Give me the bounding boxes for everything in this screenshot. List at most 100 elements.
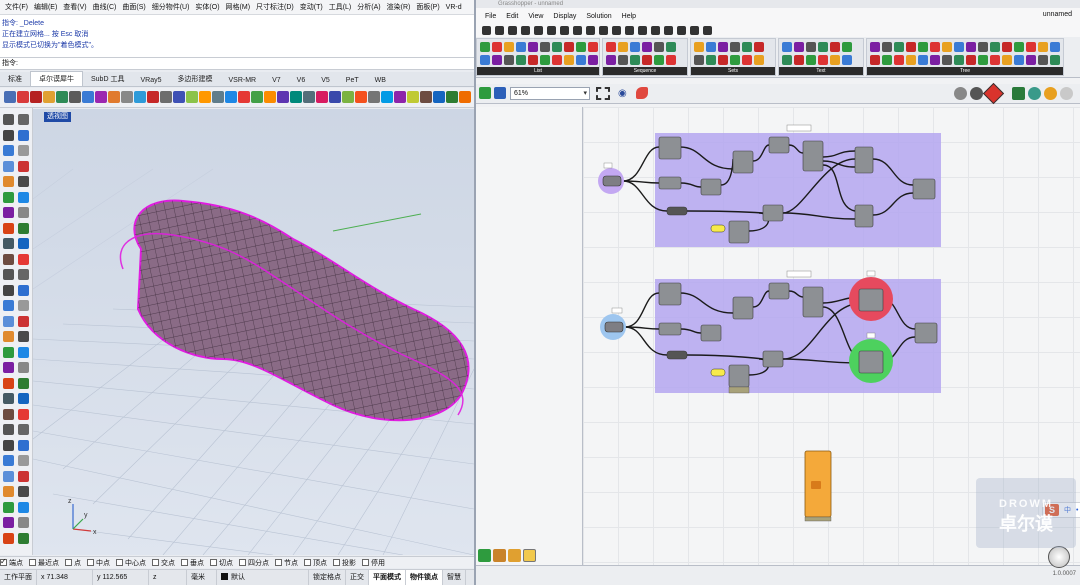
left-tool-icon[interactable]: [18, 238, 29, 249]
component-icon[interactable]: [754, 55, 764, 65]
component-icon[interactable]: [882, 42, 892, 52]
component-icon[interactable]: [540, 55, 550, 65]
left-tool-icon[interactable]: [18, 191, 29, 203]
left-tool-icon[interactable]: [3, 222, 14, 234]
component-icon[interactable]: [906, 42, 916, 52]
left-tool-icon[interactable]: [3, 191, 14, 203]
toolbar-tool-icon[interactable]: [17, 91, 29, 103]
osnap-11[interactable]: 投影: [333, 558, 356, 568]
osnap-2[interactable]: 点: [65, 558, 81, 568]
component-icon[interactable]: [606, 42, 616, 52]
menu-item[interactable]: 查看(V): [60, 2, 89, 12]
left-tool-icon[interactable]: [3, 346, 14, 358]
left-tool-icon[interactable]: [3, 408, 14, 420]
component-icon[interactable]: [492, 55, 502, 65]
left-tool-icon[interactable]: [3, 238, 14, 249]
sketch-icon[interactable]: [636, 87, 648, 99]
toolbar-tab[interactable]: WB: [367, 75, 394, 86]
osnap-8[interactable]: 四分点: [239, 558, 269, 568]
left-tool-icon[interactable]: [3, 331, 14, 342]
gh-menu-item[interactable]: Display: [548, 13, 581, 20]
left-tool-icon[interactable]: [18, 300, 29, 311]
left-tool-icon[interactable]: [18, 377, 29, 389]
left-tool-icon[interactable]: [3, 253, 14, 265]
toolbar-tool-icon[interactable]: [420, 91, 432, 103]
osnap-checkbox[interactable]: [333, 559, 340, 566]
left-tool-icon[interactable]: [18, 160, 29, 172]
gh-menu-item[interactable]: Help: [617, 13, 641, 20]
osnap-12[interactable]: 停用: [362, 558, 385, 568]
component-icon[interactable]: [576, 55, 586, 65]
component-icon[interactable]: [540, 42, 550, 52]
toolbar-tool-icon[interactable]: [433, 91, 445, 103]
component-icon[interactable]: [492, 42, 502, 52]
toolbar-tab[interactable]: PeT: [338, 75, 367, 86]
component-icon[interactable]: [930, 42, 940, 52]
component-icon[interactable]: [654, 55, 664, 65]
gh-menu-item[interactable]: Solution: [581, 13, 616, 20]
osnap-checkbox[interactable]: [87, 559, 94, 566]
component-icon[interactable]: [552, 42, 562, 52]
toolbar-tab[interactable]: 卓尔谟犀牛: [30, 71, 83, 86]
osnap-3[interactable]: 中点: [87, 558, 110, 568]
component-icon[interactable]: [918, 42, 928, 52]
bottom-tool-icon[interactable]: [493, 549, 506, 562]
component-icon[interactable]: [842, 55, 852, 65]
toolbar-tool-icon[interactable]: [173, 91, 185, 103]
component-icon[interactable]: [1002, 55, 1012, 65]
left-tool-icon[interactable]: [3, 269, 14, 280]
left-tool-icon[interactable]: [3, 160, 14, 172]
bottom-tool-icon[interactable]: [523, 549, 536, 562]
toolbar-tool-icon[interactable]: [82, 91, 94, 103]
toolbar-tool-icon[interactable]: [342, 91, 354, 103]
toolbar-tool-icon[interactable]: [186, 91, 198, 103]
grid-snap-toggle[interactable]: 锁定格点: [309, 569, 346, 585]
component-icon[interactable]: [930, 55, 940, 65]
toolbar-tab[interactable]: 标准: [0, 72, 30, 86]
tab-category-icon[interactable]: [560, 26, 569, 35]
left-tool-icon[interactable]: [18, 362, 29, 373]
component-icon[interactable]: [1014, 55, 1024, 65]
component-icon[interactable]: [1050, 55, 1060, 65]
component-icon[interactable]: [694, 55, 704, 65]
toolbar-tool-icon[interactable]: [303, 91, 315, 103]
toolbar-tool-icon[interactable]: [160, 91, 172, 103]
osnap-9[interactable]: 节点: [275, 558, 298, 568]
component-icon[interactable]: [782, 55, 792, 65]
component-icon[interactable]: [588, 42, 598, 52]
component-icon[interactable]: [1038, 42, 1048, 52]
component-icon[interactable]: [606, 55, 616, 65]
zoom-select[interactable]: 61%: [510, 87, 590, 100]
left-tool-icon[interactable]: [3, 470, 14, 482]
tab-category-icon[interactable]: [547, 26, 556, 35]
left-tool-icon[interactable]: [18, 470, 29, 482]
component-icon[interactable]: [894, 55, 904, 65]
left-tool-icon[interactable]: [18, 331, 29, 342]
toolbar-tool-icon[interactable]: [251, 91, 263, 103]
component-icon[interactable]: [742, 55, 752, 65]
component-icon[interactable]: [564, 55, 574, 65]
component-icon[interactable]: [1050, 42, 1060, 52]
units[interactable]: 毫米: [187, 569, 217, 585]
perspective-viewport[interactable]: z x y 透视图: [33, 109, 474, 555]
left-tool-icon[interactable]: [3, 377, 14, 389]
menu-item[interactable]: 编辑(E): [31, 2, 60, 12]
menu-item[interactable]: 实体(O): [192, 2, 222, 12]
toolbar-tool-icon[interactable]: [43, 91, 55, 103]
tab-category-icon[interactable]: [677, 26, 686, 35]
left-tool-icon[interactable]: [18, 315, 29, 327]
toolbar-tab[interactable]: V7: [264, 75, 289, 86]
left-tool-icon[interactable]: [18, 439, 29, 451]
toolbar-tool-icon[interactable]: [459, 91, 471, 103]
component-icon[interactable]: [942, 42, 952, 52]
ortho-toggle[interactable]: 正交: [346, 569, 369, 585]
component-icon[interactable]: [588, 55, 598, 65]
tab-category-icon[interactable]: [625, 26, 634, 35]
left-tool-icon[interactable]: [3, 176, 14, 187]
left-tool-icon[interactable]: [18, 284, 29, 296]
left-tool-icon[interactable]: [18, 486, 29, 497]
open-file-icon[interactable]: [479, 87, 491, 99]
tab-category-icon[interactable]: [690, 26, 699, 35]
preview-shaded-icon[interactable]: [970, 87, 983, 100]
toolbar-tool-icon[interactable]: [212, 91, 224, 103]
